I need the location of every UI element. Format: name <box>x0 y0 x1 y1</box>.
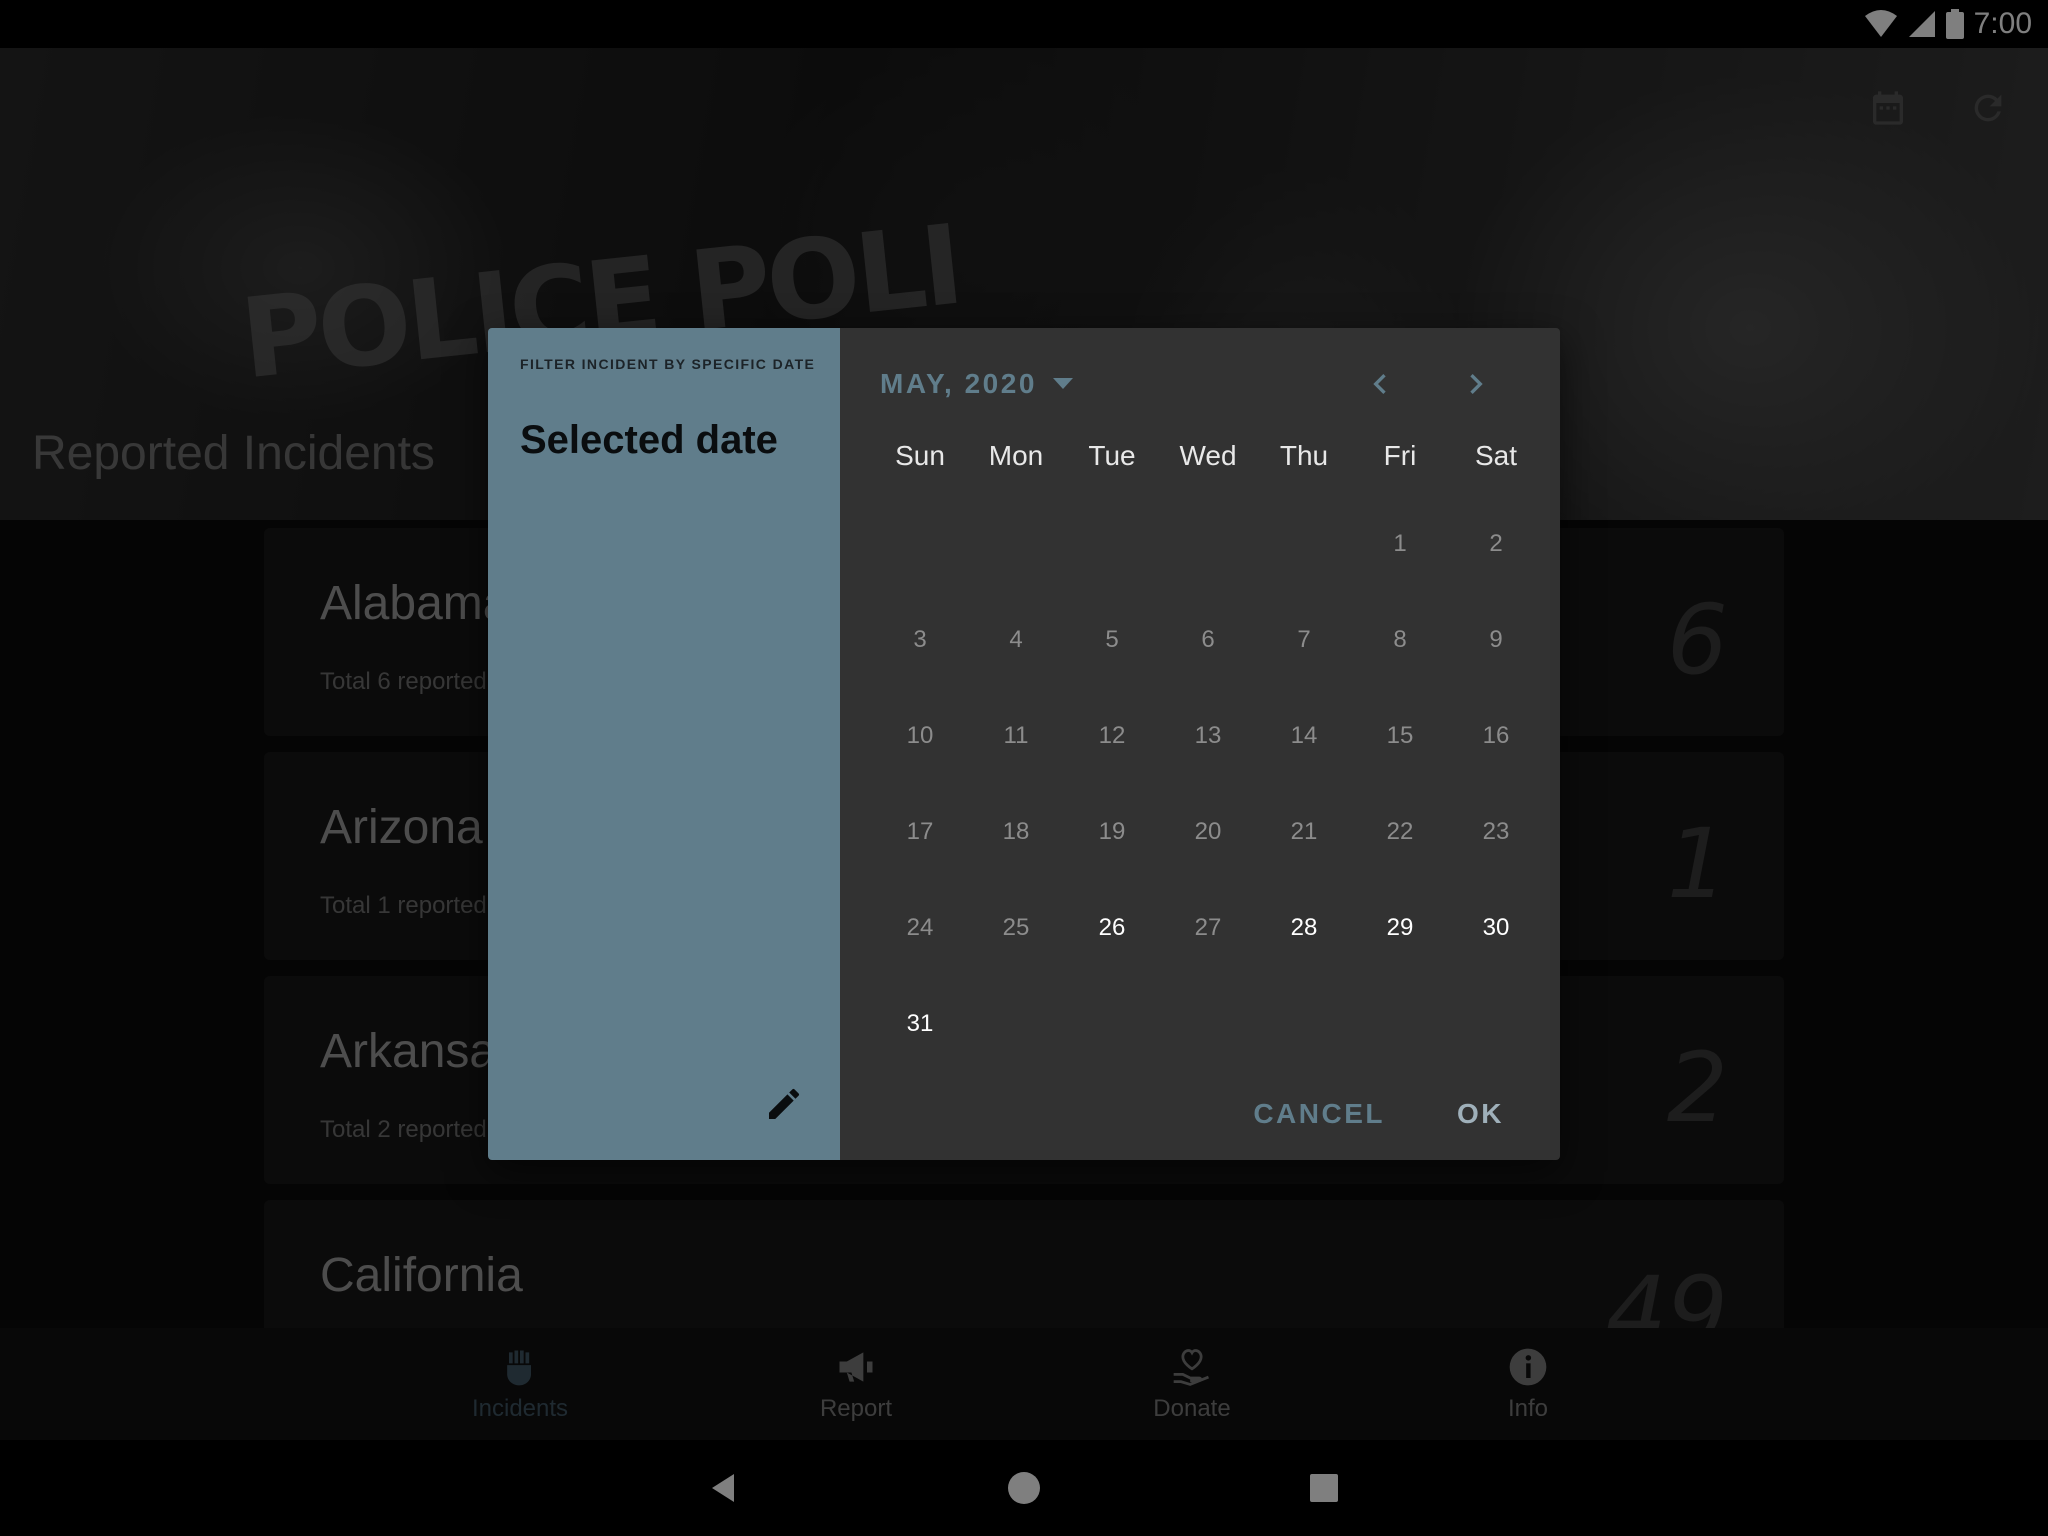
month-year-dropdown[interactable]: MAY, 2020 <box>880 368 1073 400</box>
day-cell-20: 20 <box>1194 818 1222 845</box>
day-cell-28[interactable]: 28 <box>1256 880 1352 976</box>
day-cell-2: 2 <box>1489 530 1503 557</box>
day-cell-30[interactable]: 30 <box>1448 880 1544 976</box>
day-cell-23: 23 <box>1482 818 1510 845</box>
day-cell-26[interactable]: 26 <box>1064 880 1160 976</box>
weekday-label: Wed <box>1179 440 1237 471</box>
day-cell-12: 12 <box>1098 722 1126 749</box>
day-cell-24: 24 <box>906 914 934 941</box>
day-cell-6: 6 <box>1201 626 1215 653</box>
day-cell-19: 19 <box>1098 818 1126 845</box>
month-year-label: MAY, 2020 <box>880 368 1037 399</box>
day-cell-13: 13 <box>1194 722 1222 749</box>
day-cell-14: 14 <box>1290 722 1318 749</box>
day-cell-8: 8 <box>1393 626 1407 653</box>
day-cell-5: 5 <box>1105 626 1119 653</box>
chevron-left-icon[interactable] <box>1360 364 1400 404</box>
ok-button[interactable]: OK <box>1457 1098 1504 1130</box>
weekday-label: Sat <box>1474 440 1518 471</box>
date-picker-header: FILTER INCIDENT BY SPECIFIC DATE Selecte… <box>488 328 840 1160</box>
selected-date-text: Selected date <box>520 418 778 462</box>
dialog-actions: CANCEL OK <box>1253 1098 1504 1130</box>
cancel-button[interactable]: CANCEL <box>1253 1098 1385 1130</box>
edit-date-button[interactable] <box>760 1080 808 1128</box>
day-cell-16: 16 <box>1482 722 1510 749</box>
date-picker-dialog: FILTER INCIDENT BY SPECIFIC DATE Selecte… <box>488 328 1560 1160</box>
weekday-label: Fri <box>1383 440 1417 471</box>
dropdown-arrow-icon <box>1052 378 1073 389</box>
day-cell-1: 1 <box>1393 530 1407 557</box>
day-cell-3: 3 <box>913 626 927 653</box>
day-cell-17: 17 <box>906 818 934 845</box>
calendar-days-grid: 1 2 3 4 5 6 7 8 9 10 11 12 13 14 15 16 17 18 19 20 21 22 23 24 2… <box>872 496 1544 1072</box>
weekday-label: Thu <box>1279 440 1329 471</box>
weekday-header: Sun Mon Tue Wed Thu Fri Sat <box>872 440 1544 472</box>
day-cell-25: 25 <box>1002 914 1030 941</box>
day-cell-15: 15 <box>1386 722 1414 749</box>
day-cell-29[interactable]: 29 <box>1352 880 1448 976</box>
day-cell-27: 27 <box>1194 914 1222 941</box>
day-cell-10: 10 <box>906 722 934 749</box>
day-cell-21: 21 <box>1290 818 1318 845</box>
weekday-label: Sun <box>895 440 945 471</box>
day-cell-4: 4 <box>1009 626 1023 653</box>
day-cell-31[interactable]: 31 <box>872 976 968 1072</box>
weekday-label: Tue <box>1088 440 1136 471</box>
chevron-right-icon[interactable] <box>1456 364 1496 404</box>
day-cell-7: 7 <box>1297 626 1311 653</box>
calendar-panel: MAY, 2020 Sun Mon Tue Wed Thu Fri Sat 12345678… <box>840 328 1560 1160</box>
day-cell-18: 18 <box>1002 818 1030 845</box>
day-cell-11: 11 <box>1003 722 1029 749</box>
pencil-icon <box>769 1088 800 1119</box>
dialog-overline: FILTER INCIDENT BY SPECIFIC DATE <box>520 356 816 372</box>
day-cell-22: 22 <box>1386 818 1414 845</box>
weekday-label: Mon <box>988 440 1044 471</box>
month-navigation <box>1360 364 1496 404</box>
day-cell-9: 9 <box>1489 626 1503 653</box>
